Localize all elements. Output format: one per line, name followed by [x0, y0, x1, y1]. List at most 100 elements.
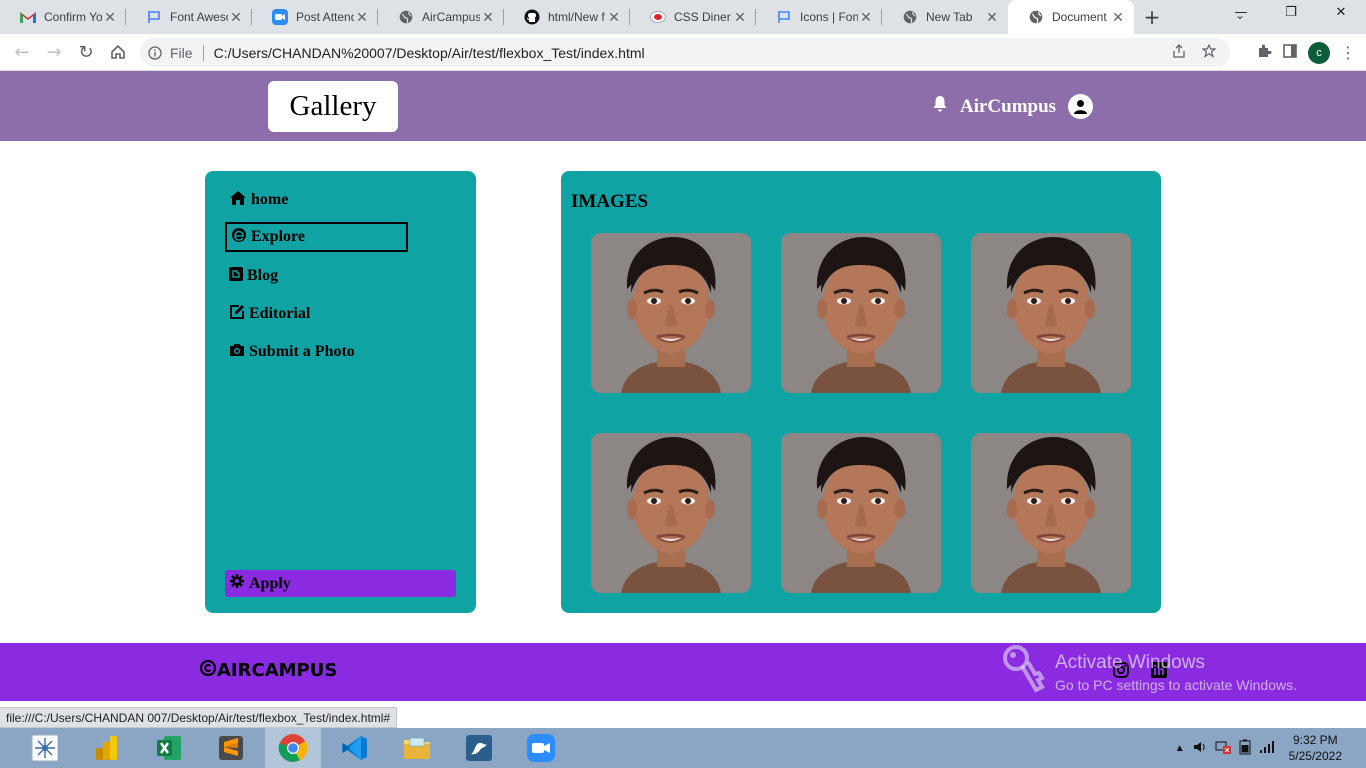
more-menu-icon[interactable]: ⋮ — [1340, 43, 1356, 62]
footer-logo-text: AIRCAMPUS — [217, 660, 338, 681]
user-icon[interactable] — [1068, 94, 1094, 119]
info-icon[interactable] — [140, 45, 170, 60]
gear-icon — [230, 574, 244, 593]
star-icon[interactable] — [1201, 43, 1217, 61]
new-tab-button[interactable]: + — [1134, 0, 1170, 34]
battery-icon[interactable] — [1239, 739, 1251, 758]
zoom-icon — [272, 9, 288, 25]
extensions-icon[interactable] — [1256, 43, 1272, 63]
chrome-icon[interactable] — [265, 728, 321, 768]
status-bar-url: file:///C:/Users/CHANDAN 007/Desktop/Air… — [0, 707, 398, 728]
speaker-icon[interactable] — [1193, 740, 1207, 757]
clock-date: 5/25/2022 — [1288, 749, 1342, 763]
sidebar-item-label: Editorial — [249, 305, 311, 322]
home-button[interactable] — [102, 36, 134, 68]
tab-title: CSS Diner - — [674, 10, 732, 24]
globe-icon — [1028, 9, 1044, 25]
address-bar[interactable]: File C:/Users/CHANDAN%20007/Desktop/Air/… — [140, 38, 1230, 67]
sidebar-item-label: Submit a Photo — [249, 343, 355, 360]
vscode-icon[interactable] — [327, 728, 383, 768]
window-controls: — ❐ ✕ — [1216, 0, 1366, 34]
gmail-icon — [20, 9, 36, 25]
tab-title: Document — [1052, 10, 1107, 24]
browser-tab[interactable]: New Tab ✕ — [882, 0, 1008, 34]
minimize-button[interactable]: — — [1216, 0, 1266, 24]
tab-title: Font Aweso — [170, 10, 228, 24]
reload-button[interactable]: ↻ — [70, 36, 102, 68]
close-icon[interactable]: ✕ — [228, 9, 244, 26]
home-icon — [229, 190, 247, 211]
browser-tab[interactable]: Icons | Font ✕ — [756, 0, 882, 34]
flag-icon — [776, 9, 792, 25]
gallery-photo[interactable] — [971, 233, 1131, 393]
close-icon[interactable]: ✕ — [606, 9, 622, 26]
tab-title: AirCampus — [422, 10, 480, 24]
browser-tab[interactable]: Post Attend ✕ — [252, 0, 378, 34]
sidebar-item-home[interactable]: home — [225, 185, 408, 215]
browser-toolbar: ← → ↻ File C:/Users/CHANDAN%20007/Deskto… — [0, 34, 1366, 71]
url-text[interactable]: C:/Users/CHANDAN%20007/Desktop/Air/test/… — [214, 45, 1172, 61]
zoom-app-icon[interactable] — [513, 728, 569, 768]
tab-strip: Confirm You ✕ Font Aweso ✕ Post Attend ✕… — [0, 0, 1366, 34]
browser-tab[interactable]: CSS Diner - ✕ — [630, 0, 756, 34]
back-button[interactable]: ← — [6, 36, 38, 68]
site-logo[interactable]: Gallery — [268, 81, 398, 132]
sidebar: home Explore Blog Editorial Submit a Pho… — [205, 171, 476, 613]
browser-tab[interactable]: Confirm You ✕ — [0, 0, 126, 34]
close-icon[interactable]: ✕ — [354, 9, 370, 26]
network-error-icon[interactable] — [1215, 740, 1231, 757]
flag-icon — [146, 9, 162, 25]
images-panel: IMAGES — [561, 171, 1161, 613]
site-header: Gallery AirCumpus — [0, 71, 1366, 141]
key-icon — [1003, 645, 1045, 693]
footer-logo[interactable]: AIRCAMPUS — [199, 659, 338, 681]
chevron-up-icon[interactable]: ▲ — [1175, 743, 1185, 754]
wifi-signal-icon[interactable] — [1259, 740, 1275, 757]
network-app-icon[interactable] — [17, 728, 73, 768]
file-explorer-icon[interactable] — [389, 728, 445, 768]
apply-button[interactable]: Apply — [225, 570, 456, 597]
web-page: Gallery AirCumpus home Explore Blog Edit… — [0, 71, 1366, 707]
bell-icon[interactable] — [932, 95, 948, 119]
brand-name[interactable]: AirCumpus — [960, 96, 1056, 118]
share-icon[interactable] — [1172, 44, 1186, 61]
close-icon[interactable]: ✕ — [480, 9, 496, 26]
browser-tab[interactable]: html/New f ✕ — [504, 0, 630, 34]
gallery-photo[interactable] — [591, 433, 751, 593]
close-window-button[interactable]: ✕ — [1316, 0, 1366, 24]
profile-avatar[interactable]: c — [1308, 41, 1330, 64]
close-icon[interactable]: ✕ — [1110, 9, 1126, 26]
mysql-workbench-icon[interactable] — [451, 728, 507, 768]
globe-icon — [398, 9, 414, 25]
browser-tab[interactable]: Font Aweso ✕ — [126, 0, 252, 34]
diner-icon — [650, 9, 666, 25]
sublime-text-icon[interactable] — [203, 728, 259, 768]
forward-button[interactable]: → — [38, 36, 70, 68]
gallery-photo[interactable] — [591, 233, 751, 393]
tab-title: html/New f — [548, 10, 605, 24]
close-icon[interactable]: ✕ — [102, 9, 118, 26]
close-icon[interactable]: ✕ — [858, 9, 874, 26]
gallery-photo[interactable] — [781, 433, 941, 593]
edit-icon — [229, 304, 245, 325]
sidebar-item-label: home — [251, 191, 289, 208]
sidebar-item-editorial[interactable]: Editorial — [225, 299, 408, 329]
browser-tab[interactable]: AirCampus ✕ — [378, 0, 504, 34]
browser-tab-active[interactable]: Document ✕ — [1008, 0, 1134, 34]
watermark-title: Activate Windows — [1055, 652, 1205, 673]
side-panel-icon[interactable] — [1282, 43, 1298, 63]
apply-label: Apply — [249, 574, 291, 592]
excel-icon[interactable] — [141, 728, 197, 768]
tab-title: New Tab — [926, 10, 973, 24]
scheme-label: File — [170, 44, 193, 61]
taskbar-clock[interactable]: 9:32 PM 5/25/2022 — [1289, 732, 1342, 764]
gallery-photo[interactable] — [781, 233, 941, 393]
sidebar-item-submit-photo[interactable]: Submit a Photo — [225, 337, 408, 367]
sidebar-item-blog[interactable]: Blog — [225, 261, 408, 291]
sidebar-item-explore[interactable]: Explore — [225, 222, 408, 252]
power-bi-icon[interactable] — [79, 728, 135, 768]
restore-button[interactable]: ❐ — [1266, 0, 1316, 24]
close-icon[interactable]: ✕ — [984, 9, 1000, 26]
gallery-photo[interactable] — [971, 433, 1131, 593]
close-icon[interactable]: ✕ — [732, 9, 748, 26]
